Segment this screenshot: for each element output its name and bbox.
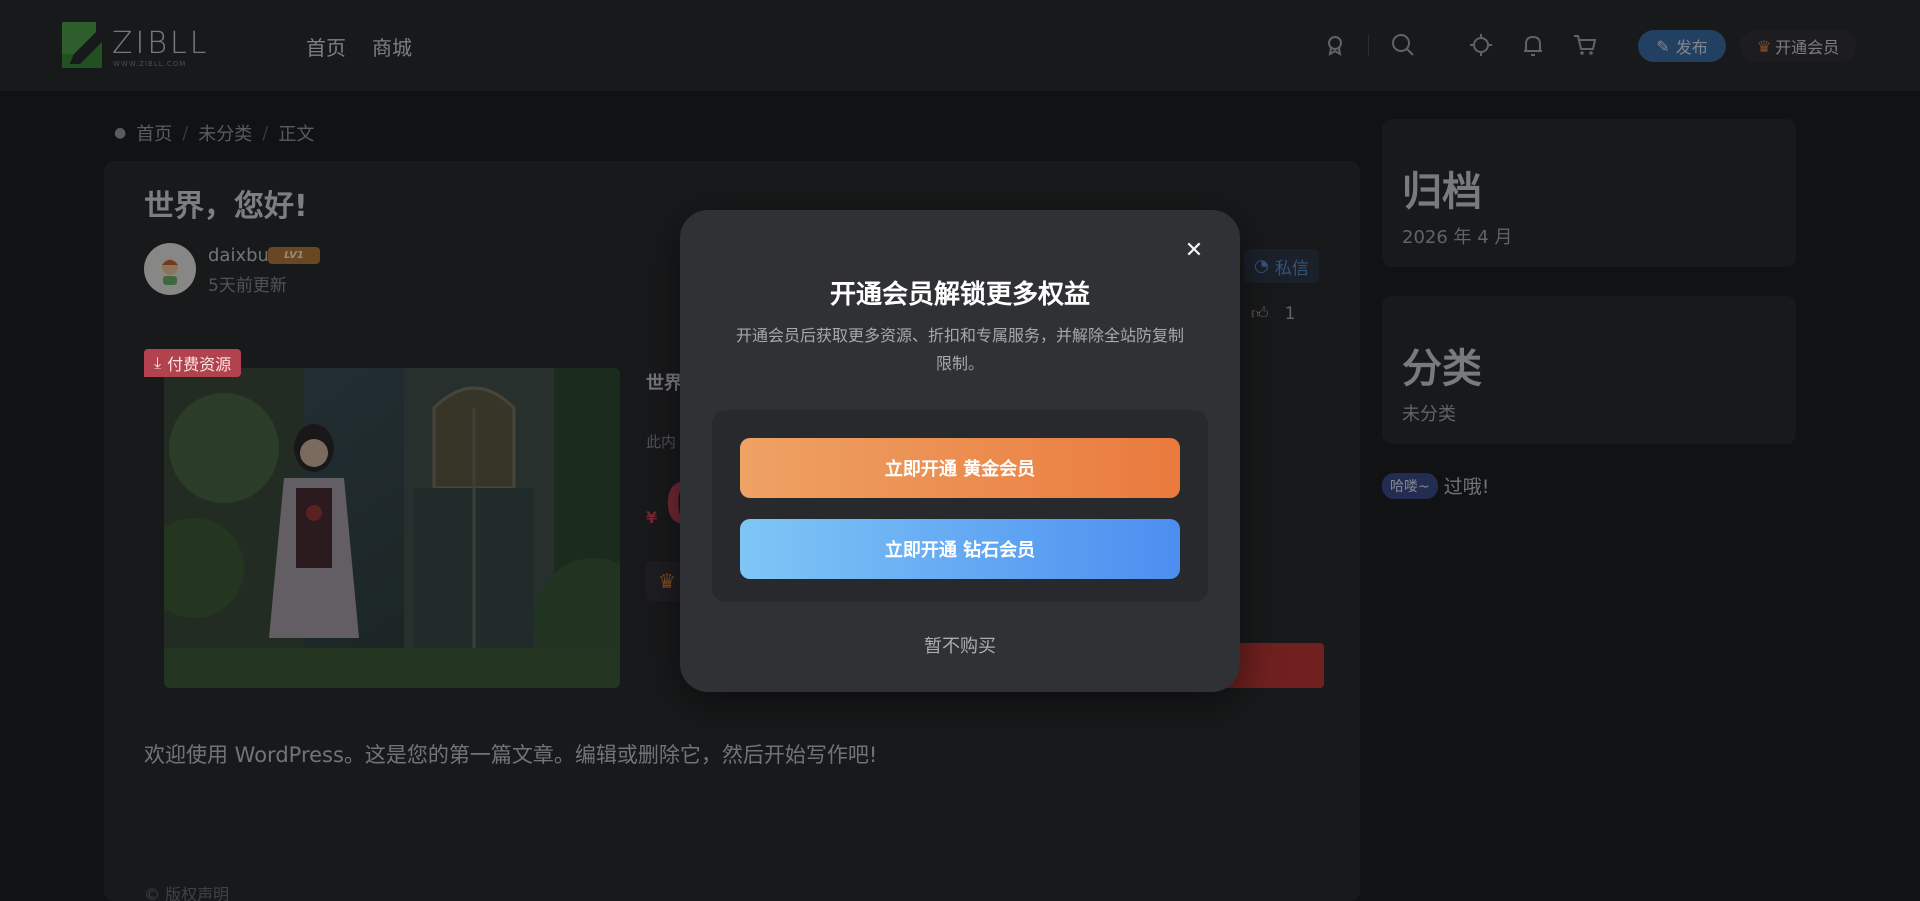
diamond-vip-button[interactable]: 立即开通 钻石会员 <box>740 519 1180 579</box>
paid-resource-text: 付费资源 <box>167 355 232 374</box>
paid-resource-label: ⤓ 付费资源 <box>144 349 242 377</box>
vip-modal: ✕ 开通会员解锁更多权益 开通会员后获取更多资源、折扣和专属服务，并解除全站防复… <box>680 210 1240 692</box>
gold-vip-button[interactable]: 立即开通 黄金会员 <box>740 438 1180 498</box>
modal-description: 开通会员后获取更多资源、折扣和专属服务，并解除全站防复制限制。 <box>735 326 1184 373</box>
close-icon[interactable]: ✕ <box>1180 236 1208 264</box>
vip-options: 立即开通 黄金会员 立即开通 钻石会员 <box>712 410 1208 602</box>
skip-purchase-link[interactable]: 暂不购买 <box>680 632 1240 658</box>
download-icon: ⤓ <box>154 353 162 372</box>
modal-title: 开通会员解锁更多权益 <box>829 280 1090 310</box>
